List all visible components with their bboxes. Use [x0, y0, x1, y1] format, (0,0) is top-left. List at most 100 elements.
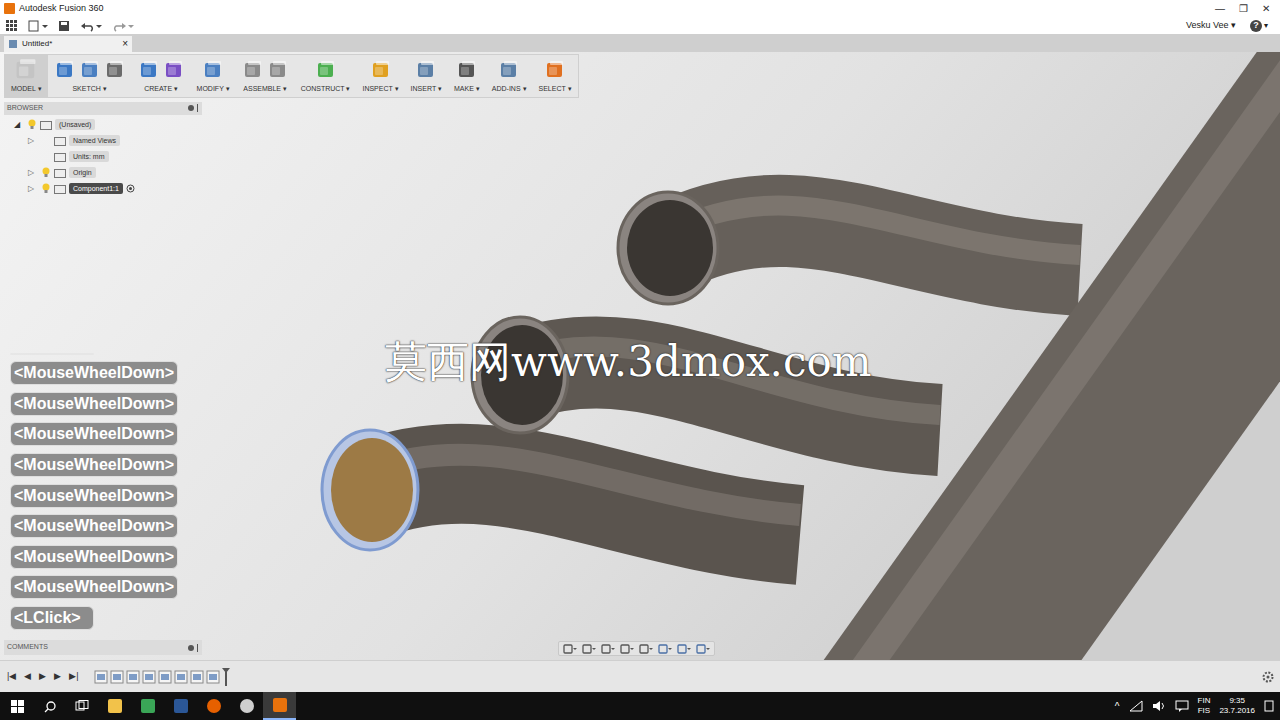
tool-icon[interactable]: [315, 59, 337, 81]
undo-icon[interactable]: [80, 20, 102, 32]
toolbar-group[interactable]: INSERT ▾: [405, 55, 448, 97]
toolbar-group[interactable]: INSPECT ▾: [356, 55, 404, 97]
folder-icon: [54, 136, 66, 146]
browser-item[interactable]: Units: mm: [4, 149, 202, 165]
taskbar-app[interactable]: [164, 692, 197, 720]
taskbar-app[interactable]: [98, 692, 131, 720]
close-tab-button[interactable]: ×: [122, 39, 128, 49]
file-icon[interactable]: [28, 20, 48, 32]
toolbar-group[interactable]: MAKE ▾: [448, 55, 486, 97]
help-button[interactable]: ?▾: [1250, 20, 1268, 32]
browser-item[interactable]: ▷Origin: [4, 165, 202, 181]
tool-icon[interactable]: [242, 59, 264, 81]
app-icon: [140, 698, 156, 714]
taskbar-app[interactable]: [263, 692, 296, 720]
taskbar-app[interactable]: [197, 692, 230, 720]
tool-icon[interactable]: [13, 57, 39, 83]
tool-icon[interactable]: [544, 59, 566, 81]
toolbar-group[interactable]: ASSEMBLE ▾: [236, 55, 295, 97]
pipe-opening[interactable]: [322, 430, 418, 550]
toolbar-group[interactable]: SKETCH ▾: [48, 55, 132, 97]
tool-icon[interactable]: [138, 59, 160, 81]
toolbar-group[interactable]: SELECT ▾: [533, 55, 578, 97]
tool-icon[interactable]: [267, 59, 289, 81]
toolbar-group[interactable]: MODEL ▾: [5, 55, 48, 97]
nav-tool-icon[interactable]: [639, 644, 653, 654]
nav-tool-icon[interactable]: [677, 644, 691, 654]
tool-icon[interactable]: [415, 59, 437, 81]
search-button[interactable]: [34, 692, 66, 720]
timeline-marker-icon[interactable]: [222, 668, 230, 686]
task-view-button[interactable]: [66, 692, 98, 720]
toolbar-group[interactable]: MODIFY ▾: [191, 55, 236, 97]
tool-icon[interactable]: [202, 59, 224, 81]
taskbar-app[interactable]: [131, 692, 164, 720]
gear-icon[interactable]: [1262, 671, 1274, 683]
panel-options-icon[interactable]: [187, 104, 199, 112]
toolbar-group[interactable]: CONSTRUCT ▾: [295, 55, 357, 97]
visibility-bulb-icon[interactable]: [41, 167, 51, 178]
expander[interactable]: ▷: [28, 135, 38, 147]
timeline-control[interactable]: ◀: [23, 670, 32, 684]
timeline-feature-icon[interactable]: [126, 670, 140, 684]
tool-icon[interactable]: [498, 59, 520, 81]
taskbar-app[interactable]: [230, 692, 263, 720]
browser-item[interactable]: ▷Component1:1: [4, 181, 202, 197]
timeline-feature-icon[interactable]: [206, 670, 220, 684]
tool-icon[interactable]: [370, 59, 392, 81]
expander[interactable]: ▷: [28, 167, 38, 179]
viewport[interactable]: 莫西网www.3dmox.comMODEL ▾SKETCH ▾CREATE ▾M…: [0, 52, 1280, 660]
nav-tool-icon[interactable]: [601, 644, 615, 654]
nav-tool-icon[interactable]: [696, 644, 710, 654]
tool-icon[interactable]: [456, 59, 478, 81]
volume-icon[interactable]: [1152, 700, 1166, 712]
redo-icon[interactable]: [112, 20, 134, 32]
pipe-opening[interactable]: [618, 192, 718, 304]
tray-expand[interactable]: ^: [1115, 699, 1120, 714]
toolbar-group[interactable]: ADD-INS ▾: [486, 55, 533, 97]
tool-icon[interactable]: [104, 59, 126, 81]
timeline-control[interactable]: ▶|: [68, 670, 79, 684]
clock[interactable]: 9:3523.7.2016: [1219, 696, 1255, 716]
timeline-feature-icon[interactable]: [94, 670, 108, 684]
nav-tool-icon[interactable]: [582, 644, 596, 654]
grid-icon[interactable]: [6, 20, 18, 32]
document-tab[interactable]: Untitled*×: [4, 36, 132, 52]
nav-tool-icon[interactable]: [658, 644, 672, 654]
user-menu[interactable]: Vesku Vee ▾: [1186, 19, 1236, 33]
visibility-bulb-icon[interactable]: [27, 119, 37, 130]
nav-tool-icon[interactable]: [620, 644, 634, 654]
toolbar-group[interactable]: CREATE ▾: [132, 55, 191, 97]
network-icon[interactable]: [1129, 700, 1143, 712]
expander[interactable]: ▷: [28, 183, 38, 195]
visibility-bulb-icon[interactable]: [41, 183, 51, 194]
timeline-control[interactable]: ▶: [53, 670, 62, 684]
tool-icon[interactable]: [163, 59, 185, 81]
timeline-feature-icon[interactable]: [142, 670, 156, 684]
timeline-feature-icon[interactable]: [110, 670, 124, 684]
browser-item[interactable]: ▷Named Views: [4, 133, 202, 149]
window-control[interactable]: ❐: [1239, 1, 1248, 16]
browser-item[interactable]: ◢(Unsaved): [4, 117, 202, 133]
comments-panel[interactable]: COMMENTS: [4, 640, 202, 655]
timeline-control[interactable]: |◀: [6, 670, 17, 684]
message-icon[interactable]: [1175, 700, 1189, 712]
panel-options-icon[interactable]: [187, 644, 199, 652]
keystroke-badge: <MouseWheelDown>: [10, 575, 178, 599]
language-indicator[interactable]: FINFIS: [1198, 696, 1211, 716]
save-icon[interactable]: [58, 20, 70, 32]
timeline-control[interactable]: ▶: [38, 670, 47, 684]
expander[interactable]: ◢: [14, 119, 24, 131]
start-button[interactable]: [0, 692, 34, 720]
timeline-feature-icon[interactable]: [174, 670, 188, 684]
tool-icon[interactable]: [79, 59, 101, 81]
nav-tool-icon[interactable]: [563, 644, 577, 654]
timeline-feature-icon[interactable]: [190, 670, 204, 684]
active-component-icon[interactable]: [126, 184, 135, 193]
timeline-feature-icon[interactable]: [158, 670, 172, 684]
window-control[interactable]: —: [1215, 1, 1225, 16]
keystroke-badge: <MouseWheelDown>: [10, 484, 178, 508]
notification-icon[interactable]: [1264, 700, 1274, 712]
window-control[interactable]: ✕: [1262, 1, 1270, 16]
tool-icon[interactable]: [54, 59, 76, 81]
